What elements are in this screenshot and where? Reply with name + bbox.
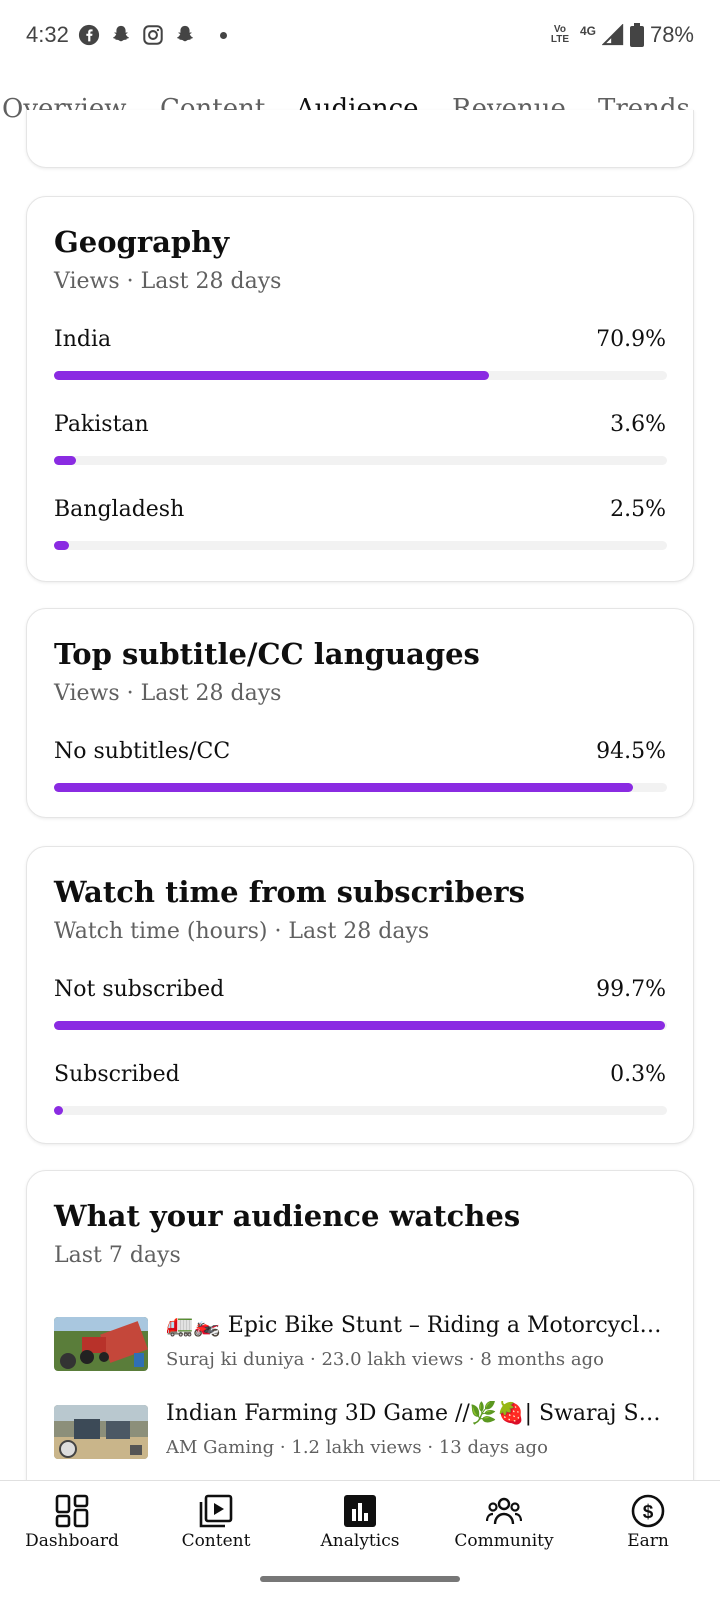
cc-row-value: 94.5% bbox=[596, 739, 666, 764]
sub-row-label: Subscribed bbox=[54, 1062, 180, 1087]
card-subtitle: Views · Last 28 days bbox=[54, 681, 282, 706]
dashboard-icon bbox=[55, 1494, 89, 1528]
sub-row-label: Not subscribed bbox=[54, 977, 225, 1002]
earn-icon: $ bbox=[631, 1494, 665, 1528]
geo-bar-track bbox=[54, 456, 667, 465]
sub-row-value: 0.3% bbox=[610, 1062, 666, 1087]
home-indicator[interactable] bbox=[260, 1576, 460, 1582]
card-subtitle: Views · Last 28 days bbox=[54, 269, 282, 294]
sub-bar-fill bbox=[54, 1106, 63, 1115]
audience-watches-card: What your audience watches Last 7 days 🚛… bbox=[26, 1170, 694, 1510]
video-thumbnail[interactable] bbox=[54, 1317, 148, 1371]
cc-bar-track bbox=[54, 783, 667, 792]
notification-icons bbox=[78, 22, 227, 48]
nav-label: Earn bbox=[627, 1531, 669, 1551]
nav-label: Content bbox=[181, 1531, 251, 1551]
geo-bar-track bbox=[54, 541, 667, 550]
video-title[interactable]: Indian Farming 3D Game //🌿🍓| Swaraj So..… bbox=[166, 1401, 666, 1426]
snapchat-icon bbox=[112, 25, 130, 42]
more-notifications-dot bbox=[220, 31, 227, 39]
battery-icon bbox=[629, 23, 644, 47]
card-subtitle: Last 7 days bbox=[54, 1243, 181, 1268]
geo-row-value: 2.5% bbox=[610, 497, 666, 522]
sub-bar-fill bbox=[54, 1021, 666, 1030]
geo-row-value: 70.9% bbox=[596, 327, 666, 352]
thumbnail-image bbox=[54, 1317, 148, 1371]
battery-percent: 78% bbox=[649, 22, 694, 47]
video-item[interactable]: Indian Farming 3D Game //🌿🍓| Swaraj So..… bbox=[54, 1401, 674, 1461]
card-title: Top subtitle/CC languages bbox=[54, 637, 480, 671]
nav-label: Community bbox=[454, 1531, 554, 1551]
card-title: Watch time from subscribers bbox=[54, 875, 525, 909]
card-subtitle: Watch time (hours) · Last 28 days bbox=[54, 919, 430, 944]
previous-card-edge bbox=[26, 110, 694, 168]
card-title: What your audience watches bbox=[54, 1199, 521, 1233]
system-status: Vo LTE 4G 78% bbox=[550, 22, 694, 48]
nav-analytics[interactable]: Analytics bbox=[288, 1481, 432, 1561]
geo-row-value: 3.6% bbox=[610, 412, 666, 437]
nav-community[interactable]: Community bbox=[432, 1481, 576, 1561]
analytics-icon bbox=[344, 1495, 376, 1527]
nav-earn[interactable]: $ Earn bbox=[576, 1481, 720, 1561]
sub-row-value: 99.7% bbox=[596, 977, 666, 1002]
cc-bar-fill bbox=[54, 783, 634, 792]
video-title[interactable]: 🚛🏍️ Epic Bike Stunt – Riding a Motorcycl… bbox=[166, 1313, 666, 1338]
status-bar: 4:32 Vo LTE 4G 78% bbox=[0, 0, 720, 72]
content-icon bbox=[199, 1494, 233, 1528]
network-type: 4G bbox=[579, 24, 596, 38]
cc-row-label: No subtitles/CC bbox=[54, 739, 231, 764]
nav-label: Dashboard bbox=[25, 1531, 119, 1551]
community-icon bbox=[486, 1497, 522, 1525]
nav-content[interactable]: Content bbox=[144, 1481, 288, 1561]
geo-bar-fill bbox=[54, 456, 77, 465]
snapchat-icon bbox=[176, 25, 194, 42]
sub-bar-track bbox=[54, 1106, 667, 1115]
volte-indicator: Vo LTE bbox=[550, 24, 570, 45]
instagram-icon bbox=[143, 25, 163, 45]
video-meta: AM Gaming · 1.2 lakh views · 13 days ago bbox=[166, 1437, 548, 1458]
geo-bar-fill bbox=[54, 541, 70, 550]
geography-card[interactable]: Geography Views · Last 28 days India 70.… bbox=[26, 196, 694, 582]
geo-bar-track bbox=[54, 371, 667, 380]
video-thumbnail[interactable] bbox=[54, 1405, 148, 1459]
video-meta: Suraj ki duniya · 23.0 lakh views · 8 mo… bbox=[166, 1349, 604, 1370]
geo-row-label: India bbox=[54, 327, 112, 352]
thumbnail-image bbox=[54, 1405, 148, 1459]
nav-label: Analytics bbox=[320, 1531, 400, 1551]
facebook-icon bbox=[78, 24, 100, 46]
status-time: 4:32 bbox=[26, 22, 69, 47]
svg-text:$: $ bbox=[643, 1502, 654, 1523]
signal-icon bbox=[601, 24, 624, 46]
video-item[interactable]: 🚛🏍️ Epic Bike Stunt – Riding a Motorcycl… bbox=[54, 1313, 674, 1373]
card-title: Geography bbox=[54, 225, 230, 259]
nav-dashboard[interactable]: Dashboard bbox=[0, 1481, 144, 1561]
sub-bar-track bbox=[54, 1021, 667, 1030]
geo-row-label: Pakistan bbox=[54, 412, 149, 437]
geo-bar-fill bbox=[54, 371, 489, 380]
bottom-navigation: Dashboard Content Analytics Community $ … bbox=[0, 1480, 720, 1600]
geo-row-label: Bangladesh bbox=[54, 497, 185, 522]
subscriber-watch-time-card[interactable]: Watch time from subscribers Watch time (… bbox=[26, 846, 694, 1144]
subtitle-languages-card[interactable]: Top subtitle/CC languages Views · Last 2… bbox=[26, 608, 694, 818]
